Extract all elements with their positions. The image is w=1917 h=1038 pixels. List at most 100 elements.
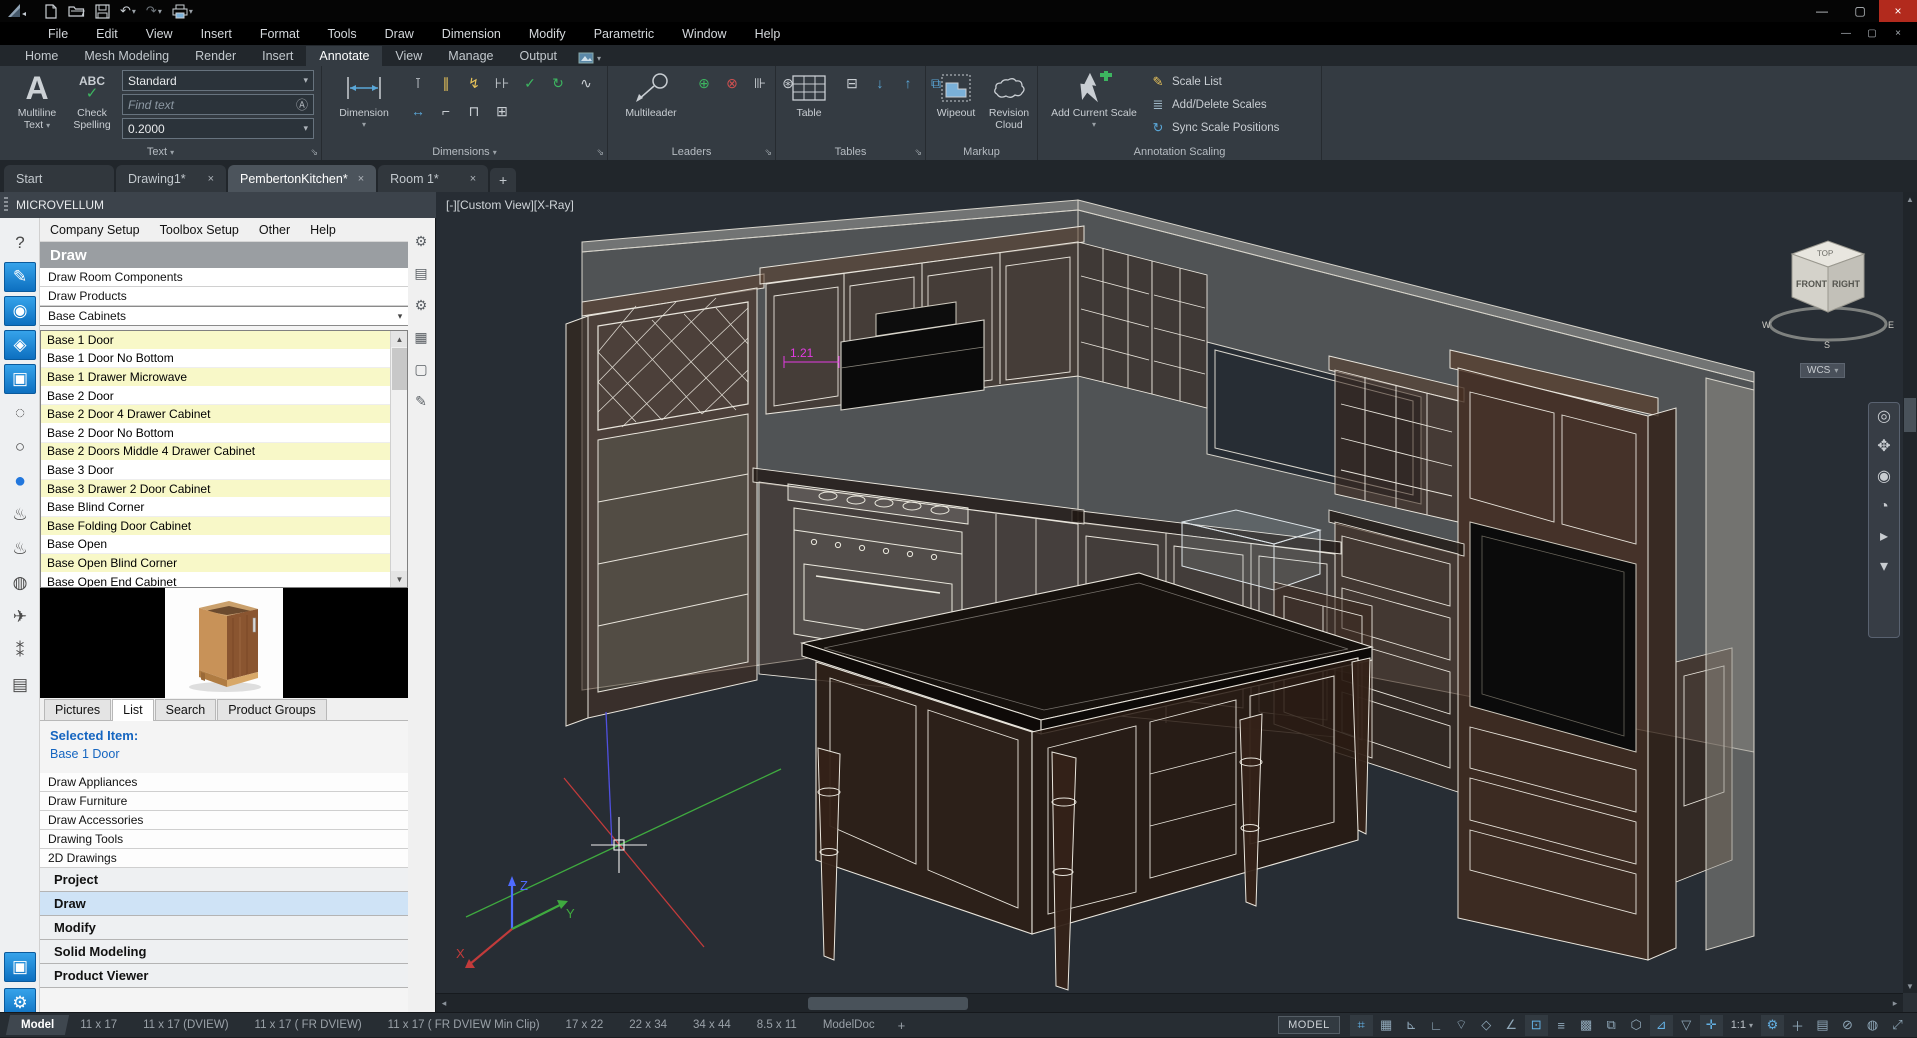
preview-tab[interactable]: Product Groups — [217, 699, 327, 720]
data-link-download-icon[interactable]: ↓ — [868, 72, 892, 94]
selected-item-value[interactable]: Base 1 Door — [50, 747, 408, 761]
navbar-menu-icon[interactable]: ▾ — [1880, 559, 1888, 575]
palette-section[interactable]: Draw — [40, 892, 408, 916]
edit-icon[interactable]: ✎ — [412, 392, 430, 410]
menu-item[interactable]: Window — [668, 24, 740, 44]
walkthrough-icon[interactable]: ⁑ — [4, 636, 36, 666]
palette-menu-item[interactable]: Company Setup — [40, 223, 150, 237]
product-list-item[interactable]: Base 3 Drawer 2 Door Cabinet — [41, 480, 390, 499]
clean-screen-icon[interactable]: ⤢ — [1886, 1015, 1909, 1036]
render-material-icon[interactable]: ◉ — [4, 296, 36, 326]
close-button[interactable]: × — [1879, 0, 1917, 22]
pan-icon[interactable]: ✥ — [1877, 439, 1890, 455]
help-icon[interactable]: ? — [4, 228, 36, 258]
tables-dialog-launcher[interactable]: ⇘ — [914, 147, 922, 158]
ortho-icon[interactable]: ∟ — [1425, 1015, 1448, 1036]
palette-options-icon[interactable]: ⚙ — [412, 232, 430, 250]
dimension-button[interactable]: Dimension ▾ — [332, 69, 396, 131]
text-panel-label[interactable]: Text ▾ — [0, 146, 321, 158]
menu-item[interactable]: View — [132, 24, 187, 44]
palette-row[interactable]: Draw Furniture — [40, 792, 408, 811]
palette-menu-item[interactable]: Other — [249, 223, 300, 237]
layout-tab[interactable]: 17 x 22 — [553, 1015, 617, 1035]
product-list-item[interactable]: Base Open Blind Corner — [41, 554, 390, 573]
product-list-item[interactable]: Base 1 Door No Bottom — [41, 350, 390, 369]
transparency-icon[interactable]: ▩ — [1575, 1015, 1598, 1036]
ribbon-tab[interactable]: Manage — [435, 46, 506, 66]
globe-settings-icon[interactable]: ◍ — [4, 568, 36, 598]
circle-icon[interactable]: ○ — [4, 432, 36, 462]
palette-menu-item[interactable]: Help — [300, 223, 346, 237]
add-current-scale-button[interactable]: Add Current Scale ▾ — [1048, 69, 1140, 131]
product-list-item[interactable]: Base Open — [41, 536, 390, 555]
palette-section[interactable]: Modify — [40, 916, 408, 940]
autocad-logo-icon[interactable] — [0, 0, 34, 22]
orbit-icon[interactable]: ◔ — [1879, 499, 1889, 515]
lineweight-icon[interactable]: ≡ — [1550, 1015, 1573, 1036]
annotation-scale-button[interactable]: 1:1▾ — [1725, 1019, 1759, 1031]
selection-cycling-icon[interactable]: ⧉ — [1600, 1015, 1623, 1036]
add-leader-icon[interactable]: ⊕ — [692, 72, 716, 94]
dim-oblique-icon[interactable]: ⊦⊦ — [490, 72, 514, 94]
menu-item[interactable]: Parametric — [580, 24, 668, 44]
print-icon[interactable]: ▾ — [172, 1, 193, 21]
palette-row[interactable]: Draw Appliances — [40, 773, 408, 792]
save-icon[interactable] — [95, 1, 110, 21]
scrollbar-thumb[interactable] — [808, 997, 968, 1010]
gizmo-icon[interactable]: ✛ — [1700, 1015, 1723, 1036]
teapot-render-icon[interactable]: ♨ — [4, 500, 36, 530]
report-icon[interactable]: ▤ — [412, 264, 430, 282]
open-folder-icon[interactable] — [68, 1, 85, 21]
lock-ui-icon[interactable]: ⊘ — [1836, 1015, 1859, 1036]
redo-button[interactable]: ↷▾ — [146, 1, 162, 21]
add-delete-scales-icon[interactable]: ≣Add/Delete Scales — [1150, 95, 1279, 115]
product-list-item[interactable]: Base Blind Corner — [41, 498, 390, 517]
palette-row[interactable]: 2D Drawings — [40, 849, 408, 868]
layout-tab[interactable]: 22 x 34 — [616, 1015, 680, 1035]
quick-dim-icon[interactable]: ⊞ — [490, 100, 514, 122]
minimize-button[interactable]: — — [1803, 0, 1841, 22]
menu-item[interactable]: Format — [246, 24, 314, 44]
preview-tab[interactable]: List — [112, 699, 153, 721]
menu-item[interactable]: Insert — [187, 24, 246, 44]
layout-tab[interactable]: 34 x 44 — [680, 1015, 744, 1035]
menu-item[interactable]: Tools — [313, 24, 370, 44]
dimensions-dialog-launcher[interactable]: ⇘ — [596, 147, 604, 158]
product-list-item[interactable]: Base Folding Door Cabinet — [41, 517, 390, 536]
infer-constraints-icon[interactable]: ⊾ — [1400, 1015, 1423, 1036]
scale-list-icon[interactable]: ✎Scale List — [1150, 72, 1279, 92]
dynamic-ucs-icon[interactable]: ⊿ — [1650, 1015, 1673, 1036]
palette-title-bar[interactable]: MICROVELLUM — [0, 192, 436, 218]
dim-break-icon[interactable]: ⊺ — [406, 72, 430, 94]
horizontal-scrollbar[interactable]: ◂ ▸ — [436, 993, 1903, 1012]
menu-item[interactable]: Edit — [82, 24, 132, 44]
preview-tab[interactable]: Search — [155, 699, 217, 720]
palette-row[interactable]: Draw Accessories — [40, 811, 408, 830]
viewport-controls-label[interactable]: [-][Custom View][X-Ray] — [446, 198, 574, 212]
steering-wheel-icon[interactable]: ◎ — [1877, 409, 1891, 425]
annotation-scaling-panel-label[interactable]: Annotation Scaling — [1038, 146, 1321, 158]
layout-tab[interactable]: 11 x 17 — [67, 1015, 130, 1035]
ribbon-tab[interactable]: Output — [506, 46, 570, 66]
scrollbar-thumb[interactable] — [392, 348, 407, 390]
text-height-select[interactable]: 0.2000▾ — [122, 118, 314, 139]
dim-reassociate-icon[interactable]: ↻ — [546, 72, 570, 94]
remove-leader-icon[interactable]: ⊗ — [720, 72, 744, 94]
doc-restore-button[interactable]: ▢ — [1859, 25, 1885, 43]
table-button[interactable]: Table — [782, 69, 836, 119]
layout-tab[interactable]: 11 x 17 (DVIEW) — [130, 1015, 241, 1035]
scroll-left-icon[interactable]: ◂ — [436, 994, 452, 1013]
model-space-button[interactable]: MODEL — [1278, 1016, 1340, 1034]
graphics-performance-icon[interactable]: ◍ — [1861, 1015, 1884, 1036]
new-file-icon[interactable] — [44, 1, 58, 21]
leaders-dialog-launcher[interactable]: ⇘ — [764, 147, 772, 158]
multiline-text-button[interactable]: A Multiline Text ▾ — [8, 69, 66, 132]
multileader-button[interactable]: Multileader — [616, 69, 686, 119]
menu-item[interactable]: Dimension — [428, 24, 515, 44]
product-preview-image[interactable] — [165, 588, 283, 698]
palette-section[interactable]: Project — [40, 868, 408, 892]
tables-panel-label[interactable]: Tables — [776, 146, 925, 158]
find-text-input[interactable]: Find text Ⓐ — [122, 94, 314, 115]
ribbon-tab[interactable]: Insert — [249, 46, 306, 66]
sheet-icon[interactable]: ▢ — [412, 360, 430, 378]
